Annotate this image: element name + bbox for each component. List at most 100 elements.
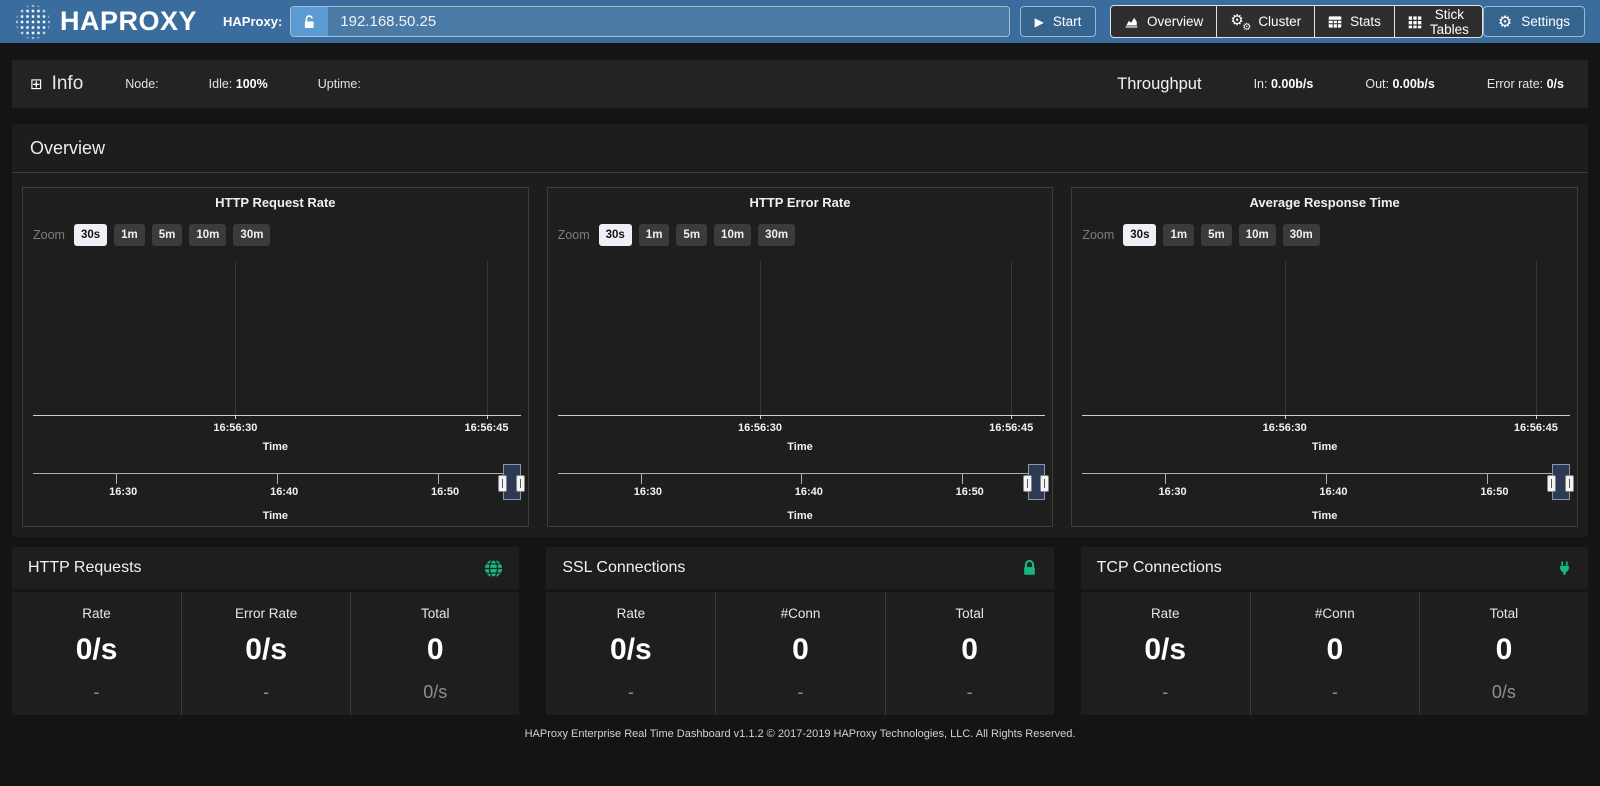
metric-cards-row: HTTP Requests Rate 0/s - Error Rate 0/s …: [12, 547, 1588, 715]
zoom-option-10m[interactable]: 10m: [1239, 224, 1276, 246]
chart-panel-http-error-rate: HTTP Error Rate Zoom 30s 1m 5m 10m 30m 1…: [547, 187, 1054, 527]
zoom-option-5m[interactable]: 5m: [676, 224, 707, 246]
chart-panel-http-request-rate: HTTP Request Rate Zoom 30s 1m 5m 10m 30m…: [22, 187, 529, 527]
gridline: [1011, 261, 1012, 415]
throughput-out: Out: 0.00b/s: [1365, 77, 1435, 91]
chart-title: Average Response Time: [1072, 195, 1577, 210]
tab-overview[interactable]: Overview: [1110, 5, 1217, 38]
navigator-left-handle[interactable]: [1547, 475, 1556, 492]
haproxy-brand: HAPROXY: [16, 5, 197, 39]
zoom-label: Zoom: [33, 228, 65, 242]
card-title: TCP Connections: [1097, 559, 1222, 577]
navigator-tick: [116, 474, 117, 484]
address-input[interactable]: [328, 7, 1009, 36]
navigator-left-handle[interactable]: [1023, 475, 1032, 492]
navigator-tick: [1165, 474, 1166, 484]
navigator-right-handle[interactable]: [1565, 475, 1574, 492]
ssl-connections-card: SSL Connections Rate 0/s - #Conn 0 - Tot…: [546, 547, 1053, 715]
uptime-label: Uptime:: [318, 77, 361, 91]
navigator-title: Time: [548, 510, 1053, 522]
gears-icon: ⚙⚙: [1230, 13, 1250, 31]
navigator-left-handle[interactable]: [498, 475, 507, 492]
area-chart-icon: [1124, 15, 1139, 29]
tab-stick-tables[interactable]: Stick Tables: [1394, 5, 1483, 38]
tab-cluster[interactable]: ⚙⚙ Cluster: [1216, 5, 1315, 38]
zoom-option-30m[interactable]: 30m: [1283, 224, 1320, 246]
navigator-tick: [1487, 474, 1488, 484]
zoom-option-30m[interactable]: 30m: [758, 224, 795, 246]
metric-total: Total 0 0/s: [1419, 592, 1588, 715]
zoom-option-5m[interactable]: 5m: [1201, 224, 1232, 246]
navigator-tick: [1326, 474, 1327, 484]
navigator-right-handle[interactable]: [1040, 475, 1049, 492]
range-navigator[interactable]: 16:30 16:40 16:50: [33, 473, 521, 507]
navigator-right-handle[interactable]: [516, 475, 525, 492]
http-requests-card: HTTP Requests Rate 0/s - Error Rate 0/s …: [12, 547, 519, 715]
address-input-group: [290, 6, 1010, 37]
navigator-tick: [277, 474, 278, 484]
throughput-in: In: 0.00b/s: [1254, 77, 1314, 91]
metric-total: Total 0 0/s: [350, 592, 519, 715]
error-rate-value: 0/s: [1547, 77, 1564, 91]
axis-tick: [1285, 415, 1286, 419]
xaxis-title: Time: [1072, 441, 1577, 453]
address-label: HAProxy:: [223, 14, 282, 29]
grid-icon: [1408, 15, 1422, 29]
navigator-tick: [801, 474, 802, 484]
throughput-out-value: 0.00b/s: [1392, 77, 1434, 91]
idle-stat: Idle: 100%: [209, 77, 268, 91]
view-switcher: Overview ⚙⚙ Cluster Stats Stick Tables: [1110, 5, 1483, 38]
plus-square-icon: ⊞: [30, 77, 43, 92]
card-body: Rate 0/s - #Conn 0 - Total 0 -: [546, 592, 1053, 715]
zoom-option-30s[interactable]: 30s: [599, 224, 632, 246]
range-navigator[interactable]: 16:30 16:40 16:50: [558, 473, 1046, 507]
error-rate: Error rate: 0/s: [1487, 77, 1564, 91]
zoom-option-30s[interactable]: 30s: [1123, 224, 1156, 246]
chart-plot-area[interactable]: [558, 258, 1046, 416]
lock-icon: [1021, 559, 1038, 577]
zoom-option-1m[interactable]: 1m: [114, 224, 145, 246]
gridline: [487, 261, 488, 415]
zoom-option-10m[interactable]: 10m: [189, 224, 226, 246]
footer-copyright: HAProxy Enterprise Real Time Dashboard v…: [0, 728, 1600, 740]
range-navigator[interactable]: 16:30 16:40 16:50: [1082, 473, 1570, 507]
zoom-label: Zoom: [1082, 228, 1114, 242]
card-body: Rate 0/s - #Conn 0 - Total 0 0/s: [1081, 592, 1588, 715]
plug-icon: [1557, 559, 1572, 577]
zoom-controls: Zoom 30s 1m 5m 10m 30m: [1082, 224, 1319, 246]
chart-title: HTTP Request Rate: [23, 195, 528, 210]
zoom-option-5m[interactable]: 5m: [152, 224, 183, 246]
zoom-option-1m[interactable]: 1m: [639, 224, 670, 246]
zoom-option-10m[interactable]: 10m: [714, 224, 751, 246]
table-icon: [1328, 15, 1342, 29]
zoom-controls: Zoom 30s 1m 5m 10m 30m: [33, 224, 270, 246]
axis-tick: [1011, 415, 1012, 419]
zoom-option-1m[interactable]: 1m: [1163, 224, 1194, 246]
zoom-option-30m[interactable]: 30m: [233, 224, 270, 246]
metric-rate: Rate 0/s -: [546, 592, 715, 715]
xaxis-labels: 16:56:30 16:56:45: [558, 422, 1046, 434]
brand-text: HAPROXY: [60, 6, 197, 37]
metric-total: Total 0 -: [885, 592, 1054, 715]
top-navbar: HAPROXY HAProxy: ▶ Start Overview ⚙⚙ Clu…: [0, 0, 1600, 43]
overview-section: Overview HTTP Request Rate Zoom 30s 1m 5…: [12, 124, 1588, 537]
node-label: Node:: [125, 77, 158, 91]
metric-rate: Rate 0/s -: [1081, 592, 1250, 715]
chart-plot-area[interactable]: [1082, 258, 1570, 416]
chart-plot-area[interactable]: [33, 258, 521, 416]
navigator-tick: [962, 474, 963, 484]
zoom-option-30s[interactable]: 30s: [74, 224, 107, 246]
tab-stats[interactable]: Stats: [1314, 5, 1395, 38]
throughput-group: Throughput In: 0.00b/s Out: 0.00b/s Erro…: [1117, 75, 1570, 94]
navigator-tick: [641, 474, 642, 484]
axis-tick: [235, 415, 236, 419]
play-icon: ▶: [1035, 16, 1044, 28]
info-toggle[interactable]: ⊞ Info: [30, 73, 83, 95]
zoom-label: Zoom: [558, 228, 590, 242]
settings-button[interactable]: ⚙ Settings: [1483, 6, 1585, 37]
tcp-connections-card: TCP Connections Rate 0/s - #Conn 0 - Tot…: [1081, 547, 1588, 715]
start-button[interactable]: ▶ Start: [1020, 6, 1096, 37]
navigator-title: Time: [23, 510, 528, 522]
globe-icon: [484, 559, 503, 578]
unlock-icon: [291, 7, 328, 36]
